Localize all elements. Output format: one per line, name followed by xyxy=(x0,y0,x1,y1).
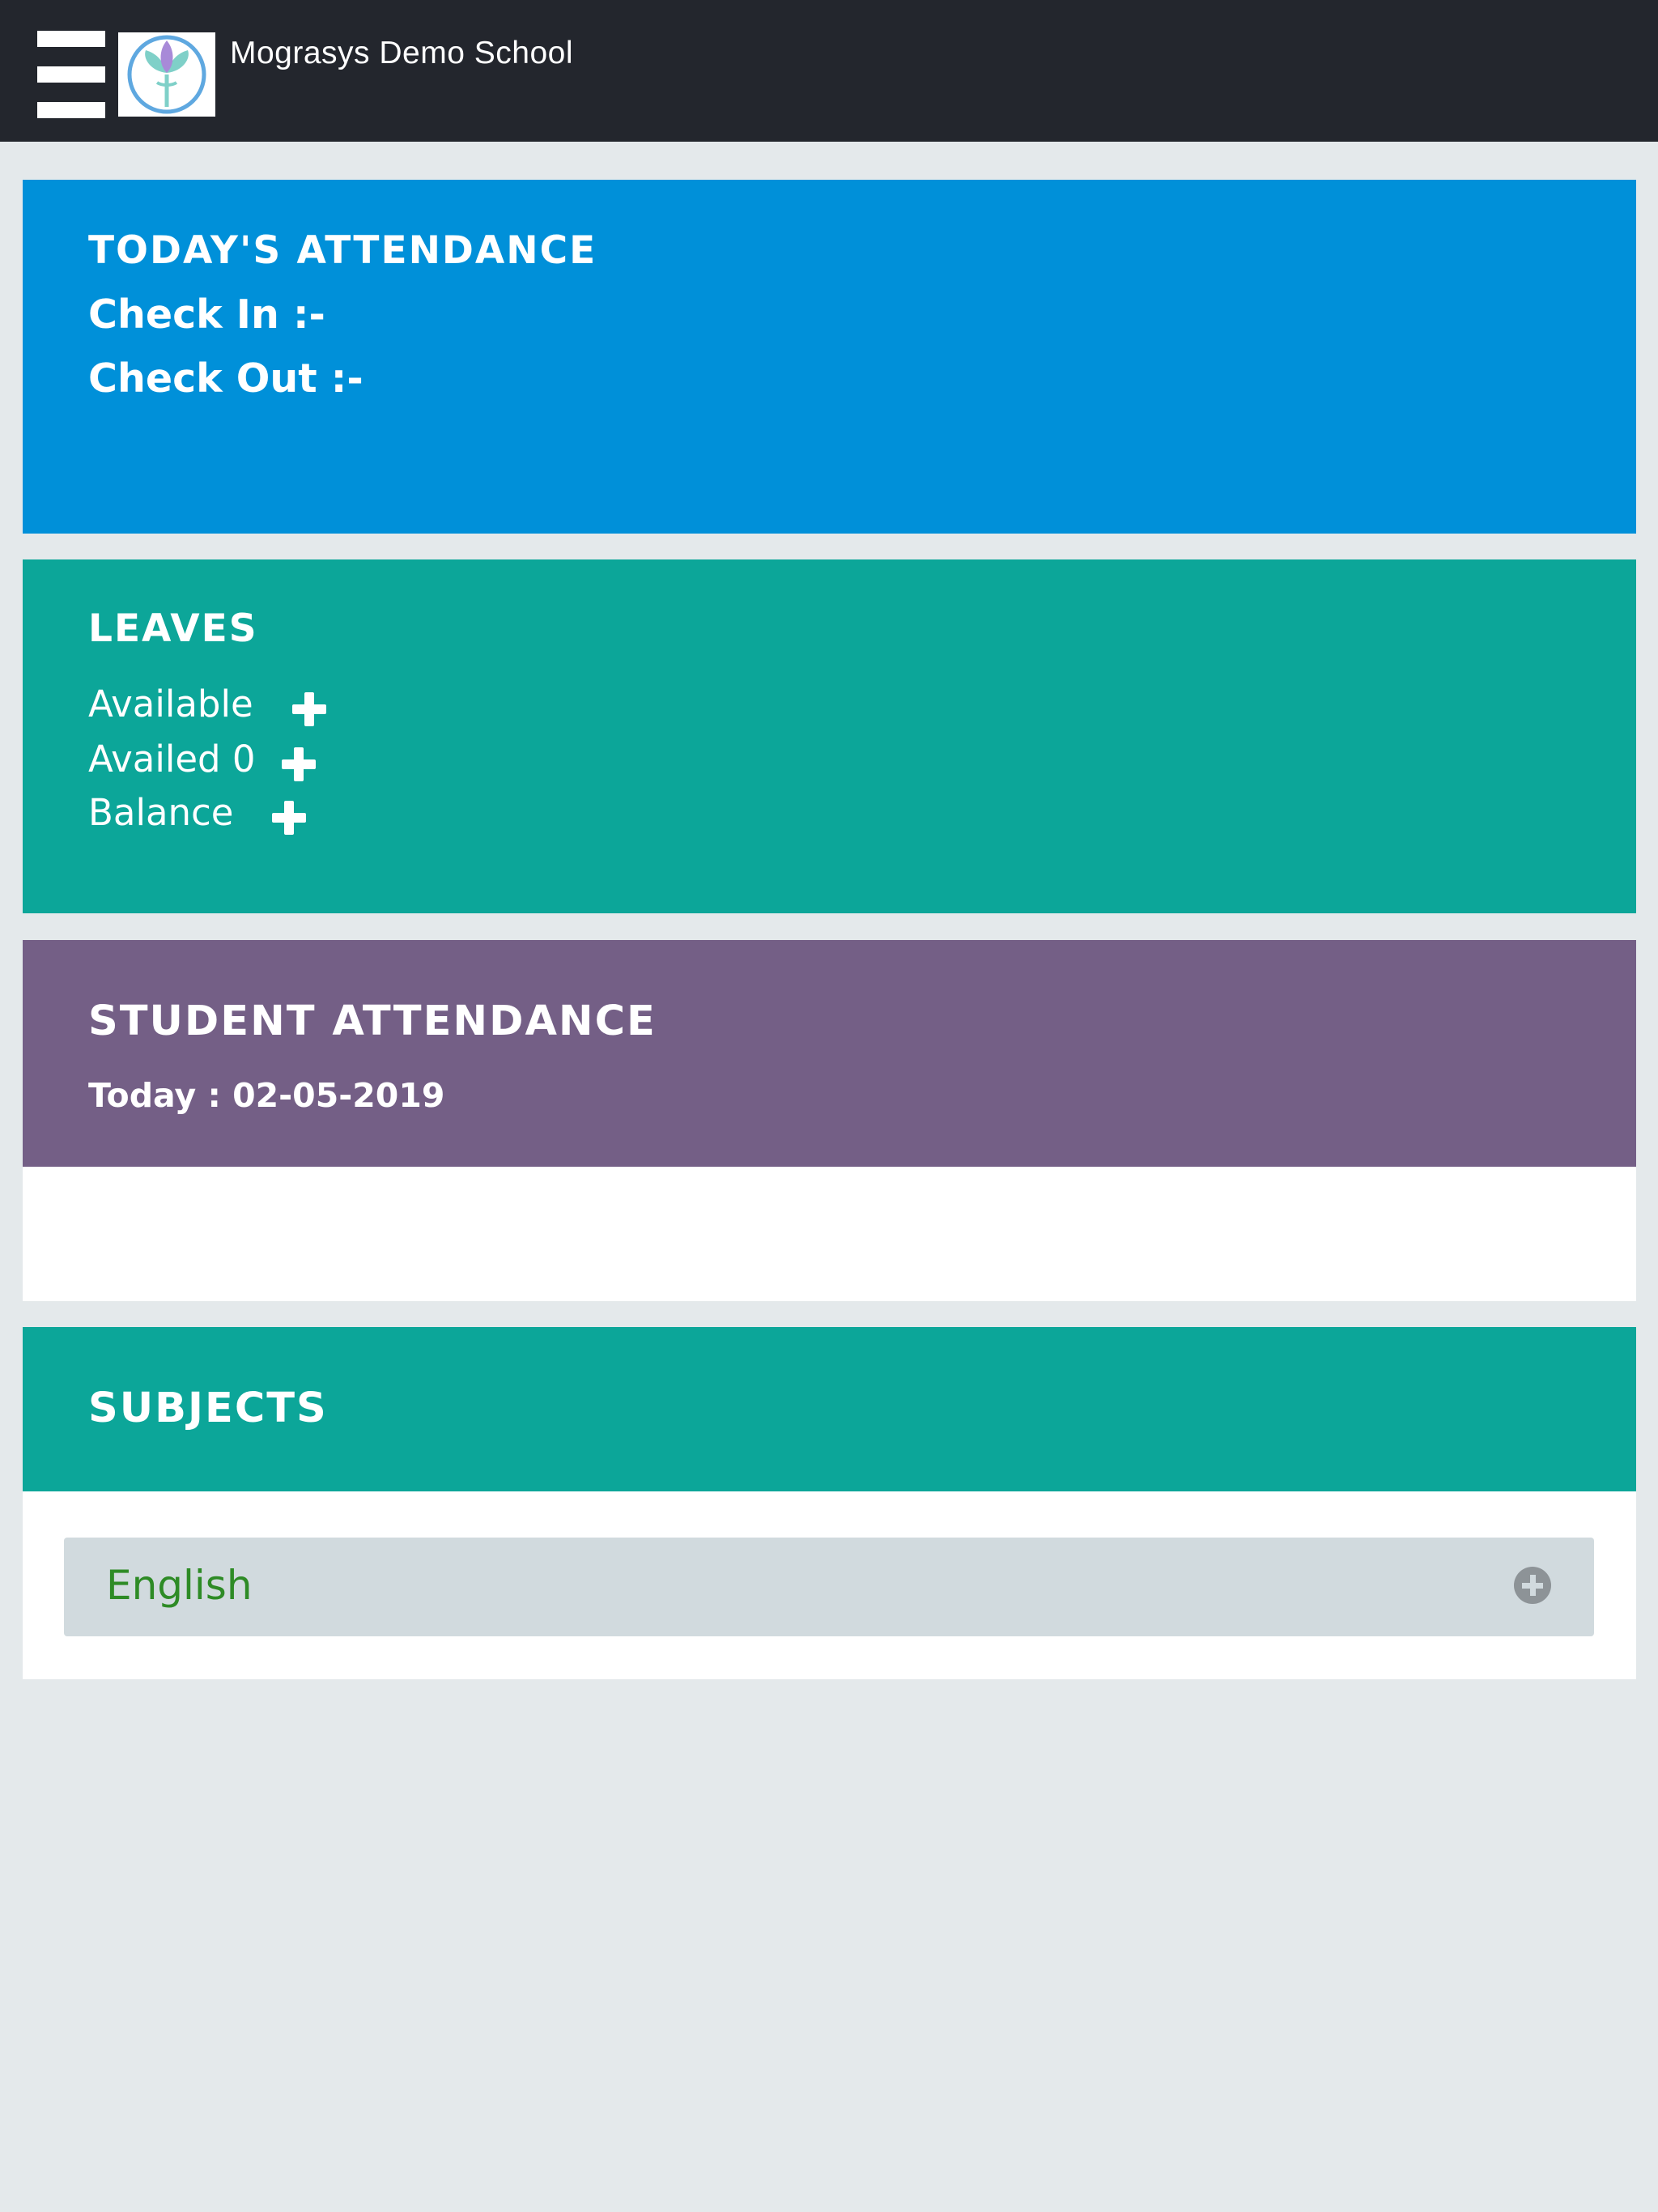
hamburger-menu-icon[interactable] xyxy=(37,31,105,118)
circle-plus-icon[interactable] xyxy=(1514,1567,1551,1604)
student-attendance-title: STUDENT ATTENDANCE xyxy=(88,998,657,1045)
student-attendance-card: STUDENT ATTENDANCE Today : 02-05-2019 xyxy=(23,940,1636,1301)
leaves-card: LEAVES Available Availed 0 Balance xyxy=(23,559,1636,913)
subject-item-english[interactable]: English xyxy=(64,1538,1594,1636)
top-app-bar: Mograsys Demo School xyxy=(0,0,1658,142)
student-attendance-header: STUDENT ATTENDANCE Today : 02-05-2019 xyxy=(23,940,1636,1167)
subjects-title: SUBJECTS xyxy=(88,1385,328,1432)
menu-bar-line xyxy=(37,31,105,47)
check-in-label: Check In :- xyxy=(88,291,325,338)
todays-attendance-card: TODAY'S ATTENDANCE Check In :- Check Out… xyxy=(23,180,1636,534)
check-out-label: Check Out :- xyxy=(88,355,363,402)
school-logo-icon[interactable] xyxy=(118,32,215,117)
availed-plus-icon[interactable] xyxy=(282,747,316,781)
subjects-card: SUBJECTS English xyxy=(23,1327,1636,1679)
leaves-title: LEAVES xyxy=(88,606,258,651)
leaves-availed-label: Availed 0 xyxy=(88,738,256,781)
menu-bar-line xyxy=(37,66,105,83)
todays-attendance-title: TODAY'S ATTENDANCE xyxy=(88,228,597,273)
balance-plus-icon[interactable] xyxy=(272,801,306,835)
menu-bar-line xyxy=(37,102,105,118)
subjects-header: SUBJECTS xyxy=(23,1327,1636,1491)
available-plus-icon[interactable] xyxy=(292,692,326,726)
app-title: Mograsys Demo School xyxy=(230,36,573,70)
student-attendance-date: Today : 02-05-2019 xyxy=(88,1076,445,1115)
leaves-available-label: Available xyxy=(88,683,253,725)
leaves-balance-label: Balance xyxy=(88,791,234,834)
subject-name: English xyxy=(106,1562,253,1609)
